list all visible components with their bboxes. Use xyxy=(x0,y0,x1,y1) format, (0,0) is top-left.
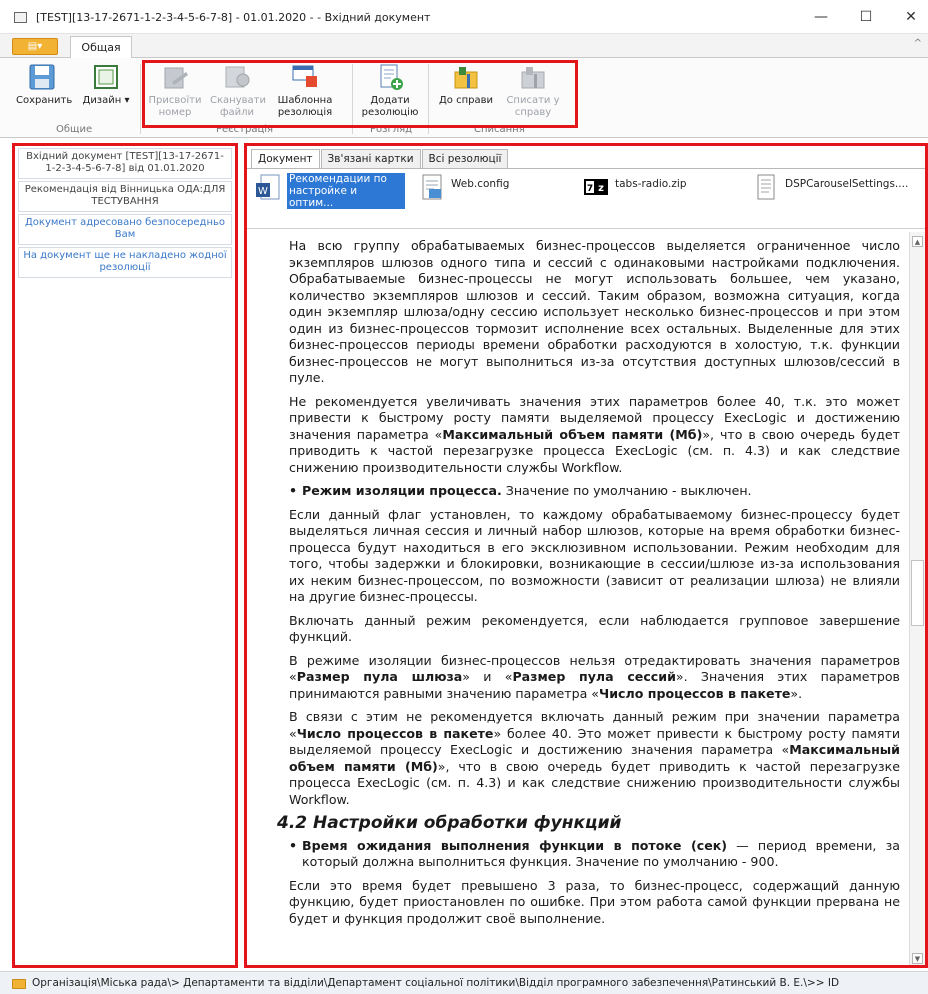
save-label: Сохранить xyxy=(16,95,73,106)
tab-document[interactable]: Документ xyxy=(251,149,320,168)
group-label-general: Общие xyxy=(56,124,93,135)
save-icon xyxy=(29,64,55,90)
left-item-recommendation[interactable]: Рекомендація від Вінницька ОДА:ДЛЯ ТЕСТУ… xyxy=(18,181,232,212)
title-bar: [TEST][13-17-2671-1-2-3-4-5-6-7-8] - 01.… xyxy=(0,0,928,34)
svg-text:z: z xyxy=(598,183,604,194)
svg-text:7: 7 xyxy=(587,184,593,194)
tab-all-resolutions[interactable]: Всі резолюції xyxy=(421,149,509,168)
paragraph: Если данный флаг установлен, то каждому … xyxy=(289,506,900,605)
close-button[interactable]: ✕ xyxy=(898,6,924,28)
highlight-box-ribbon xyxy=(142,60,578,128)
left-item-no-resolution[interactable]: На документ ще не накладено жодної резол… xyxy=(18,247,232,278)
attachment-item[interactable]: z 7 tabs-radio.zip xyxy=(583,171,723,211)
vertical-scrollbar[interactable]: ▲ ▼ xyxy=(909,232,925,965)
attachment-name: DSPCarouselSettings.... xyxy=(785,178,909,190)
tab-general[interactable]: Общая xyxy=(70,36,132,59)
left-item-addressed-to-you[interactable]: Документ адресовано безпосередньо Вам xyxy=(18,214,232,245)
scroll-up-icon[interactable]: ▲ xyxy=(912,236,923,247)
window-title: [TEST][13-17-2671-1-2-3-4-5-6-7-8] - 01.… xyxy=(36,11,431,24)
paragraph: В связи с этим не рекомендуется включать… xyxy=(289,709,901,807)
attachment-name: Рекомендации по настройке и оптим... xyxy=(287,173,405,209)
paragraph: Включать данный режим рекомендуется, есл… xyxy=(289,612,900,645)
maximize-button[interactable]: ☐ xyxy=(853,6,879,28)
organization-path[interactable]: Організація\Міська рада\> Департаменти т… xyxy=(32,977,839,989)
attachment-item[interactable]: Web.config xyxy=(419,171,539,211)
scroll-down-icon[interactable]: ▼ xyxy=(912,953,923,964)
config-file-icon xyxy=(422,174,442,200)
ribbon-collapse-icon[interactable]: ^ xyxy=(914,38,922,49)
file-menu-button[interactable]: ▤▾ xyxy=(12,38,58,55)
7zip-archive-icon: z 7 xyxy=(584,179,608,195)
attachments-list: W Рекомендации по настройке и оптим... W… xyxy=(247,171,925,229)
bullet-item: Режим изоляции процесса. Значение по умо… xyxy=(289,483,900,500)
ribbon: Сохранить Дизайн ▾ Общие Присвоїти номер… xyxy=(0,58,928,138)
design-button[interactable]: Дизайн ▾ xyxy=(82,62,130,107)
design-label: Дизайн ▾ xyxy=(82,95,130,106)
document-tabs: Документ Зв'язані картки Всі резолюції xyxy=(251,149,509,170)
tabs-divider xyxy=(247,168,925,169)
paragraph: Если это время будет превышено 3 раза, т… xyxy=(289,877,900,926)
attachment-name: tabs-radio.zip xyxy=(615,178,687,190)
paragraph: Не рекомендуется увеличивать значения эт… xyxy=(289,393,900,475)
app-icon xyxy=(14,12,27,23)
save-button[interactable]: Сохранить xyxy=(16,62,72,107)
bullet-item: Время ожидания выполнения функции в пото… xyxy=(289,838,900,871)
scrollbar-thumb[interactable] xyxy=(911,560,924,626)
text-file-icon xyxy=(757,174,775,200)
word-doc-icon: W xyxy=(256,174,280,200)
attachment-item[interactable]: W Рекомендации по настройке и оптим... xyxy=(255,171,415,211)
paragraph: В режиме изоляции бизнес-процессов нельз… xyxy=(289,652,900,701)
group-separator xyxy=(140,64,141,134)
folder-icon xyxy=(12,979,26,989)
design-icon xyxy=(94,65,118,89)
minimize-button[interactable]: — xyxy=(808,6,834,28)
ribbon-tab-bar: ▤▾ Общая ^ xyxy=(0,34,928,59)
attachment-name: Web.config xyxy=(451,178,510,190)
document-view-panel: Документ Зв'язані картки Всі резолюції W… xyxy=(244,143,928,968)
status-bar: Організація\Міська рада\> Департаменти т… xyxy=(0,971,928,994)
svg-text:W: W xyxy=(258,186,268,197)
tab-linked-cards[interactable]: Зв'язані картки xyxy=(320,149,421,168)
paragraph: На всю группу обрабатываемых бизнес-проц… xyxy=(289,238,900,385)
section-heading: 4.2 Настройки обработки функций xyxy=(277,813,622,833)
document-content: На всю группу обрабатываемых бизнес-проц… xyxy=(247,232,912,965)
document-info-panel: Вхідний документ [TEST][13-17-2671-1-2-3… xyxy=(12,143,238,968)
left-item-incoming-document[interactable]: Вхідний документ [TEST][13-17-2671-1-2-3… xyxy=(18,148,232,179)
attachment-item[interactable]: DSPCarouselSettings.... xyxy=(753,171,925,211)
bullet-list: Время ожидания выполнения функции в пото… xyxy=(277,838,900,871)
bullet-list: Режим изоляции процесса. Значение по умо… xyxy=(277,483,900,500)
